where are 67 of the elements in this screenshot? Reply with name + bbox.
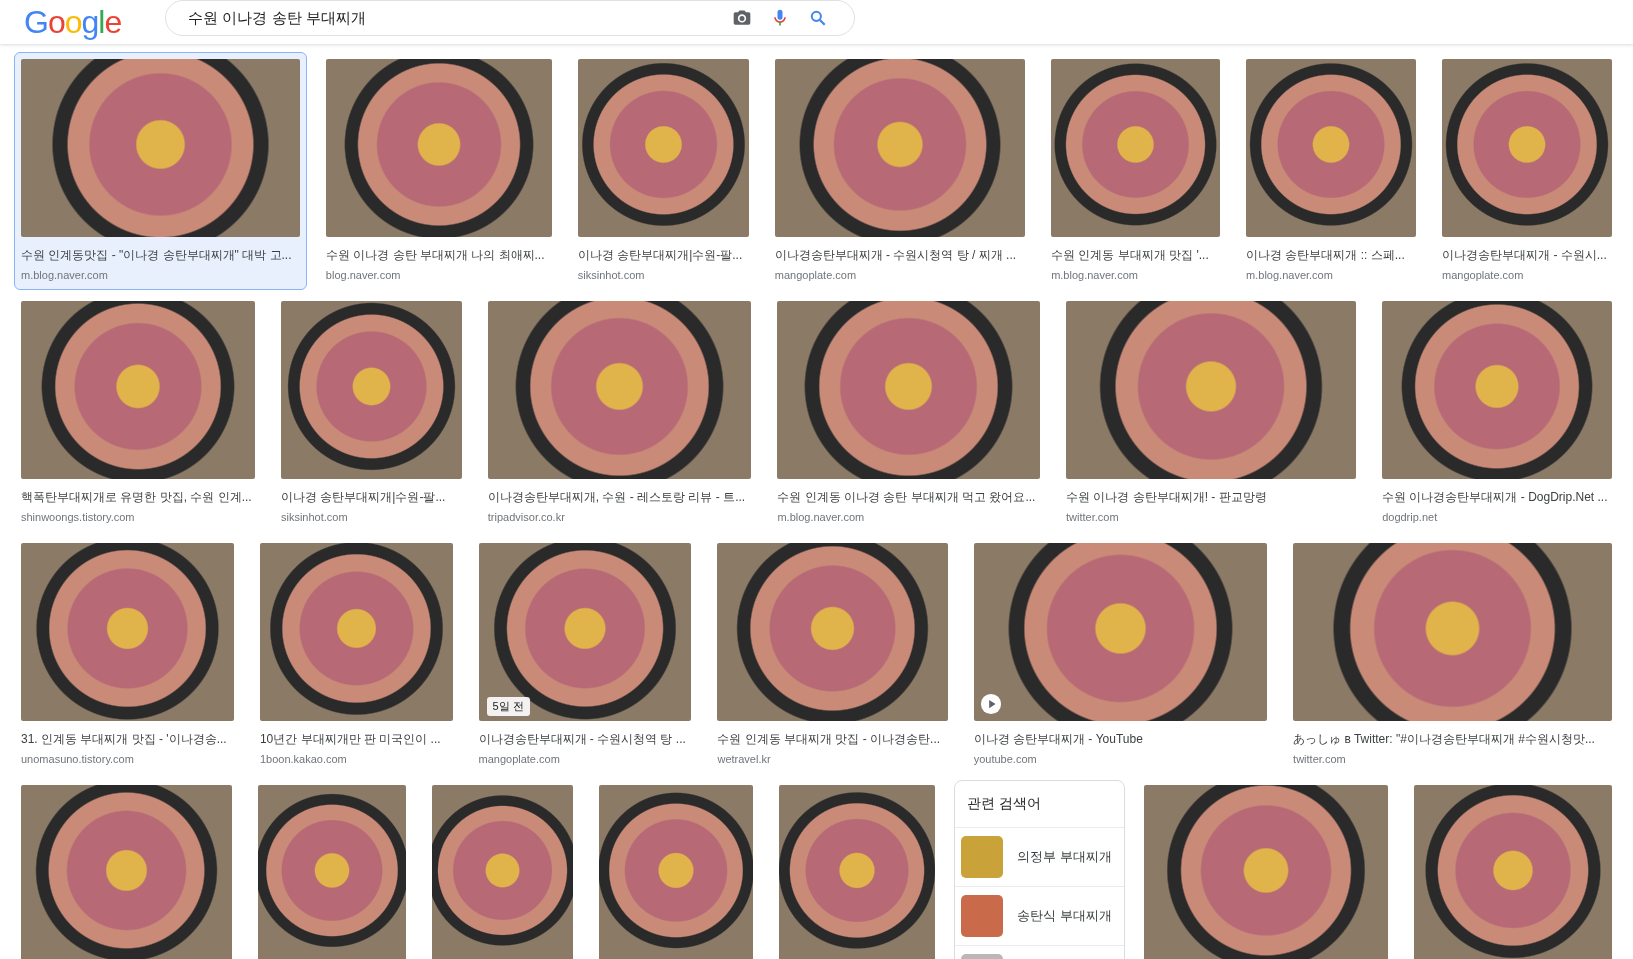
photo-placeholder bbox=[961, 836, 1004, 878]
search-field[interactable]: 수원 이나경 송탄 부대찌개 bbox=[186, 8, 715, 28]
image-result[interactable]: あっしゅ ʙ Twitter: "#이나경송탄부대찌개 #수원시청맛... twitter.com bbox=[1286, 536, 1619, 774]
result-title: 이나경송탄부대찌개 - 수원시청역 탕 ... bbox=[478, 731, 687, 748]
result-title: 수원 이나경 송탄 부대찌개 나의 최애찌... bbox=[325, 247, 546, 264]
image-result[interactable]: 5일 전 이나경송탄부대찌개 - 수원시청역 탕 ... mangoplate.com bbox=[471, 536, 699, 774]
camera-icon[interactable] bbox=[732, 8, 753, 28]
image-result[interactable]: 수원 인계동 부대찌개 맛집 '... m.blog.naver.com bbox=[1044, 52, 1228, 290]
result-source: m.blog.naver.com bbox=[1051, 269, 1139, 281]
result-title: 수원 이나경송탄부대찌개 - DogDrip.Net ... bbox=[1382, 489, 1609, 506]
result-source: twitter.com bbox=[1293, 753, 1347, 765]
image-result[interactable]: 수원 인계동 이나경 송탄 부대찌개 먹고 왔어요... m.blog.naver.com bbox=[770, 294, 1047, 532]
result-source: m.blog.naver.com bbox=[1246, 269, 1334, 281]
related-search-item[interactable]: 의정부 부대찌개 bbox=[955, 828, 1124, 887]
result-source: shinwoongs.tistory.com bbox=[21, 511, 136, 523]
image-result[interactable]: 이나경 송탄부대찌개 :: 스페... m.blog.naver.com bbox=[1239, 52, 1424, 290]
google-logo[interactable]: Google bbox=[24, 3, 122, 41]
result-title: あっしゅ ʙ Twitter: "#이나경송탄부대찌개 #수원시청맛... bbox=[1293, 731, 1596, 748]
image-result[interactable]: 이나경 송탄부대찌개 - YouTube youtube.com bbox=[966, 536, 1275, 774]
result-title: 수원 인계동 부대찌개 맛집 '... bbox=[1051, 247, 1210, 264]
result-title: 핵폭탄부대찌개로 유명한 맛집, 수원 인계... bbox=[21, 489, 253, 506]
image-result[interactable]: 이나경송탄부대찌개 - 수원시... mangoplate.com bbox=[1435, 52, 1619, 290]
result-source: mangoplate.com bbox=[774, 269, 858, 281]
image-result[interactable]: 이나경 송탄부대찌개|수원-팔... siksinhot.com bbox=[273, 294, 469, 532]
age-badge: 5일 전 bbox=[486, 697, 530, 716]
result-title: 이나경송탄부대찌개 - 수원시청역 탕 / 찌개 ... bbox=[774, 247, 1018, 264]
result-title: 이나경 송탄부대찌개|수원-팔... bbox=[280, 489, 447, 506]
image-result[interactable]: 수원 인계동 부대찌개 맛집 - 이나경송탄... wetravel.kr bbox=[710, 536, 955, 774]
result-title: 10년간 부대찌개만 판 미국인이 ... bbox=[259, 731, 442, 748]
result-source: mangoplate.com bbox=[1442, 269, 1525, 281]
result-source: siksinhot.com bbox=[577, 269, 646, 281]
image-result[interactable]: 수원 인계동맛집 - "이나경 송탄부대찌개" 대박 고... m.blog.naver.com bbox=[14, 52, 307, 290]
image-result[interactable]: 이나경 송탄부대찌개|수원-팔... siksinhot.com bbox=[570, 52, 756, 290]
result-source: unomasuno.tistory.com bbox=[21, 753, 135, 765]
result-title: 수원 이나경 송탄부대찌개! - 판교망령 bbox=[1066, 489, 1268, 506]
image-result[interactable]: 이나경송탄부대찌개, 수원 - 레스토랑 리뷰 - 트... tripadvisor.co.kr bbox=[480, 294, 759, 532]
result-source: 1boon.kakao.com bbox=[259, 753, 348, 765]
image-result[interactable]: 수원 이나경 송탄 부대찌개 나의 최애찌... blog.naver.com bbox=[318, 52, 559, 290]
photo-placeholder bbox=[961, 895, 1004, 937]
image-result[interactable]: 10년간 부대찌개만 판 미국인이 ... 1boon.kakao.com bbox=[252, 536, 460, 774]
result-title: 수원 인계동 부대찌개 맛집 - 이나경송탄... bbox=[717, 731, 942, 748]
result-title: 이나경 송탄부대찌개 - YouTube bbox=[973, 731, 1144, 748]
result-source: blog.naver.com bbox=[325, 269, 402, 281]
result-source: m.blog.naver.com bbox=[777, 511, 866, 523]
result-source: youtube.com bbox=[973, 753, 1038, 765]
result-source: tripadvisor.co.kr bbox=[487, 511, 566, 523]
image-result[interactable]: 수원 이나경 송탄부대찌개! - 판교망령 twitter.com bbox=[1059, 294, 1364, 532]
result-source: mangoplate.com bbox=[478, 753, 561, 765]
result-title: 수원 인계동 이나경 송탄 부대찌개 먹고 왔어요... bbox=[777, 489, 1037, 506]
related-search-item[interactable]: 송탄식 부대찌개 bbox=[955, 887, 1124, 946]
image-result[interactable]: 31. 인계동 부대찌개 맛집 - '이나경송... unomasuno.tistory.com bbox=[14, 536, 241, 774]
result-title: 이나경송탄부대찌개, 수원 - 레스토랑 리뷰 - 트... bbox=[487, 489, 747, 506]
image-result[interactable]: 이나경송탄부대찌개 - 수원시청역 탕 / 찌개 ... mangoplate.com bbox=[767, 52, 1033, 290]
result-title: 이나경송탄부대찌개 - 수원시... bbox=[1442, 247, 1608, 264]
result-title: 31. 인계동 부대찌개 맛집 - '이나경송... bbox=[21, 731, 228, 748]
play-icon bbox=[979, 693, 1002, 715]
image-result[interactable]: 수원 이나경송탄부대찌개 - DogDrip.Net ... dogdrip.net bbox=[1375, 294, 1619, 532]
result-source: m.blog.naver.com bbox=[21, 269, 109, 281]
result-source: wetravel.kr bbox=[717, 753, 772, 765]
result-source: siksinhot.com bbox=[280, 511, 349, 523]
result-source: dogdrip.net bbox=[1382, 511, 1439, 523]
result-title: 이나경 송탄부대찌개|수원-팔... bbox=[577, 247, 744, 264]
image-result[interactable]: 핵폭탄부대찌개로 유명한 맛집, 수원 인계... shinwoongs.tistory.com bbox=[14, 294, 262, 532]
result-title: 이나경 송탄부대찌개 :: 스페... bbox=[1246, 247, 1406, 264]
result-source: twitter.com bbox=[1066, 511, 1120, 523]
result-title: 수원 인계동맛집 - "이나경 송탄부대찌개" 대박 고... bbox=[21, 247, 293, 264]
related-searches-title: 관련 검색어 bbox=[955, 781, 1124, 828]
